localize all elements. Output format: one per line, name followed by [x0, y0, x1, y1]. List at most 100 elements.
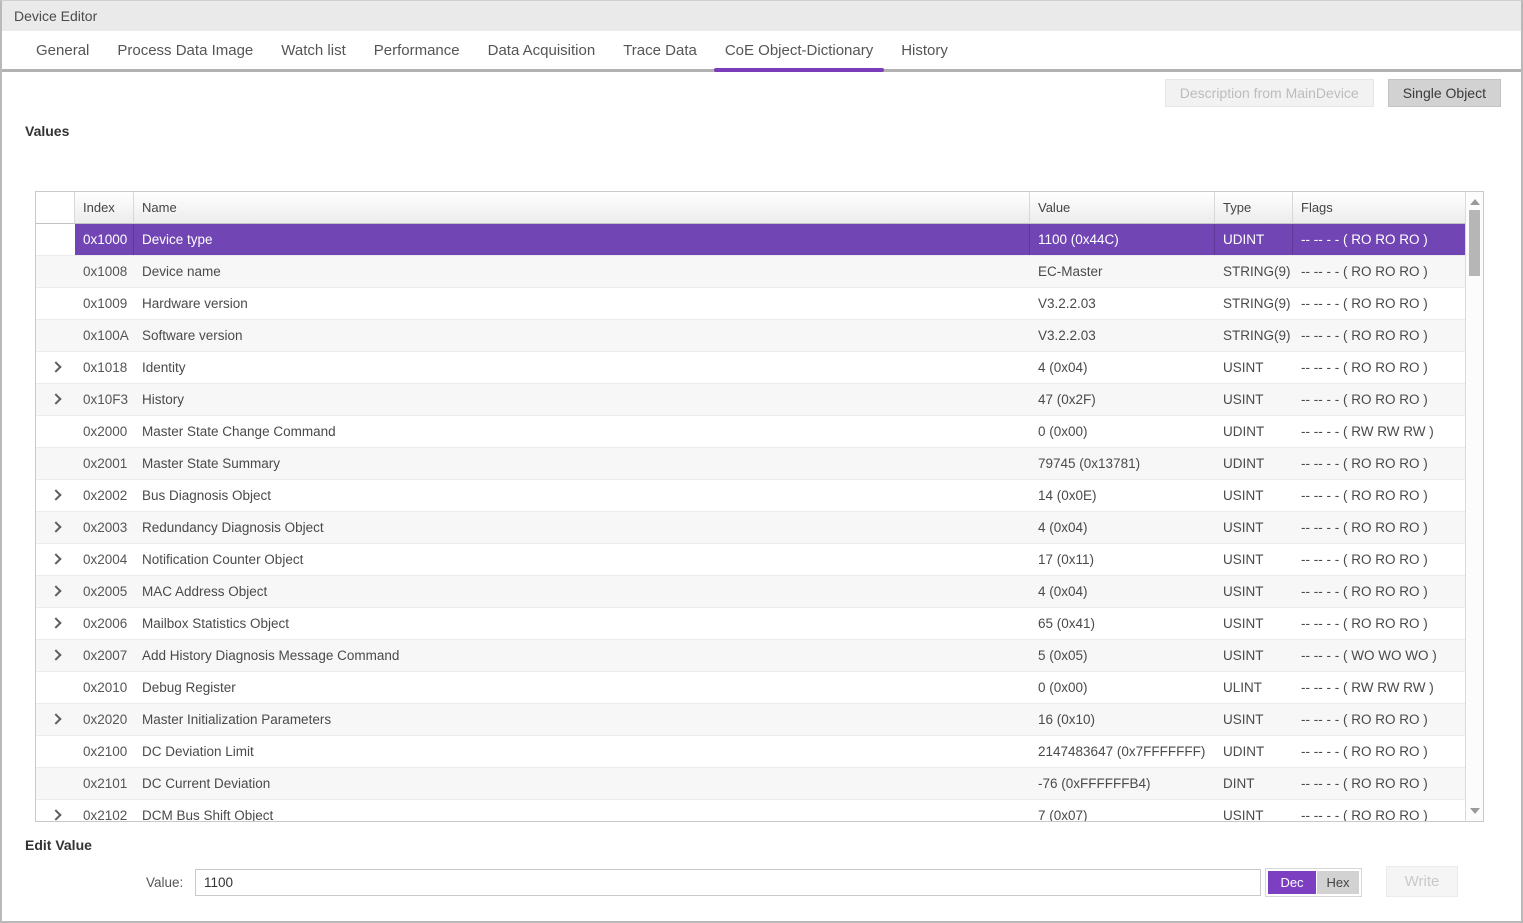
row-flags: -- -- - - ( RO RO RO )	[1293, 384, 1465, 415]
tab-data-acquisition[interactable]: Data Acquisition	[474, 31, 610, 69]
table-row[interactable]: 0x1008 Device name EC-Master STRING(9) -…	[36, 256, 1465, 288]
value-input[interactable]	[195, 869, 1261, 896]
expander-cell[interactable]	[36, 640, 75, 671]
expander-cell[interactable]	[36, 256, 75, 287]
hex-button[interactable]: Hex	[1317, 871, 1359, 894]
expander-cell[interactable]	[36, 544, 75, 575]
row-type: ULINT	[1215, 672, 1293, 703]
expander-cell[interactable]	[36, 672, 75, 703]
scrollbar-thumb[interactable]	[1469, 210, 1480, 276]
tab-history[interactable]: History	[887, 31, 962, 69]
row-type: UDINT	[1215, 448, 1293, 479]
window-title: Device Editor	[14, 8, 97, 24]
table-row[interactable]: 0x2010 Debug Register 0 (0x00) ULINT -- …	[36, 672, 1465, 704]
table-row[interactable]: 0x1009 Hardware version V3.2.2.03 STRING…	[36, 288, 1465, 320]
chevron-right-icon	[50, 585, 61, 596]
table-row[interactable]: 0x2002 Bus Diagnosis Object 14 (0x0E) US…	[36, 480, 1465, 512]
column-header-expander[interactable]	[36, 192, 75, 224]
row-type: UDINT	[1215, 224, 1293, 255]
table-row[interactable]: 0x2004 Notification Counter Object 17 (0…	[36, 544, 1465, 576]
chevron-right-icon	[50, 393, 61, 404]
expander-cell[interactable]	[36, 320, 75, 351]
expander-cell[interactable]	[36, 736, 75, 767]
row-flags: -- -- - - ( RO RO RO )	[1293, 704, 1465, 735]
expander-cell[interactable]	[36, 352, 75, 383]
row-index: 0x2000	[75, 416, 134, 447]
table-row[interactable]: 0x2001 Master State Summary 79745 (0x137…	[36, 448, 1465, 480]
row-flags: -- -- - - ( WO WO WO )	[1293, 640, 1465, 671]
description-from-maindevice-button[interactable]: Description from MainDevice	[1165, 79, 1374, 107]
row-value: 5 (0x05)	[1030, 640, 1215, 671]
row-value: 0 (0x00)	[1030, 672, 1215, 703]
row-flags: -- -- - - ( RO RO RO )	[1293, 768, 1465, 799]
tab-process-data-image[interactable]: Process Data Image	[103, 31, 267, 69]
table-row[interactable]: 0x2005 MAC Address Object 4 (0x04) USINT…	[36, 576, 1465, 608]
chevron-right-icon	[50, 553, 61, 564]
row-type: STRING(9)	[1215, 256, 1293, 287]
vertical-scrollbar[interactable]	[1465, 192, 1483, 821]
row-name: Mailbox Statistics Object	[134, 608, 1030, 639]
expander-cell[interactable]	[36, 416, 75, 447]
expander-cell[interactable]	[36, 512, 75, 543]
row-name: Notification Counter Object	[134, 544, 1030, 575]
triangle-down-icon	[1470, 808, 1480, 814]
tab-performance[interactable]: Performance	[360, 31, 474, 69]
column-header-type[interactable]: Type	[1215, 192, 1293, 224]
row-name: Master State Summary	[134, 448, 1030, 479]
row-type: USINT	[1215, 512, 1293, 543]
column-header-flags[interactable]: Flags	[1293, 192, 1465, 224]
dec-button[interactable]: Dec	[1268, 871, 1316, 894]
table-row[interactable]: 0x2003 Redundancy Diagnosis Object 4 (0x…	[36, 512, 1465, 544]
device-editor-window: Device Editor General Process Data Image W…	[0, 0, 1523, 923]
scrollbar-down-button[interactable]	[1466, 803, 1483, 819]
expander-cell[interactable]	[36, 224, 75, 255]
table-row[interactable]: 0x2101 DC Current Deviation -76 (0xFFFFF…	[36, 768, 1465, 800]
row-value: 65 (0x41)	[1030, 608, 1215, 639]
tab-coe-object-dictionary[interactable]: CoE Object-Dictionary	[711, 31, 887, 69]
table-row[interactable]: 0x2100 DC Deviation Limit 2147483647 (0x…	[36, 736, 1465, 768]
scrollbar-up-button[interactable]	[1466, 194, 1483, 210]
chevron-right-icon	[50, 713, 61, 724]
expander-cell[interactable]	[36, 704, 75, 735]
table-row[interactable]: 0x2007 Add History Diagnosis Message Com…	[36, 640, 1465, 672]
expander-cell[interactable]	[36, 608, 75, 639]
single-object-button[interactable]: Single Object	[1388, 79, 1501, 107]
object-table-body: 0x1000 Device type 1100 (0x44C) UDINT --…	[36, 224, 1465, 821]
expander-cell[interactable]	[36, 480, 75, 511]
row-index: 0x1009	[75, 288, 134, 319]
row-flags: -- -- - - ( RO RO RO )	[1293, 576, 1465, 607]
row-name: Software version	[134, 320, 1030, 351]
expander-cell[interactable]	[36, 576, 75, 607]
table-row[interactable]: 0x100A Software version V3.2.2.03 STRING…	[36, 320, 1465, 352]
table-row[interactable]: 0x2000 Master State Change Command 0 (0x…	[36, 416, 1465, 448]
expander-cell[interactable]	[36, 288, 75, 319]
expander-cell[interactable]	[36, 384, 75, 415]
table-row[interactable]: 0x1018 Identity 4 (0x04) USINT -- -- - -…	[36, 352, 1465, 384]
table-row[interactable]: 0x10F3 History 47 (0x2F) USINT -- -- - -…	[36, 384, 1465, 416]
column-header-name[interactable]: Name	[134, 192, 1030, 224]
table-row[interactable]: 0x1000 Device type 1100 (0x44C) UDINT --…	[36, 224, 1465, 256]
expander-cell[interactable]	[36, 448, 75, 479]
row-value: 17 (0x11)	[1030, 544, 1215, 575]
row-flags: -- -- - - ( RO RO RO )	[1293, 512, 1465, 543]
tab-label: Trace Data	[623, 42, 697, 59]
expander-cell[interactable]	[36, 800, 75, 821]
write-button[interactable]: Write	[1386, 866, 1458, 897]
tab-general[interactable]: General	[22, 31, 103, 69]
value-field-label: Value:	[146, 875, 183, 890]
row-index: 0x2005	[75, 576, 134, 607]
row-index: 0x2010	[75, 672, 134, 703]
row-type: UDINT	[1215, 736, 1293, 767]
row-value: 4 (0x04)	[1030, 512, 1215, 543]
column-header-index[interactable]: Index	[75, 192, 134, 224]
tab-watch-list[interactable]: Watch list	[267, 31, 359, 69]
column-header-value[interactable]: Value	[1030, 192, 1215, 224]
table-row[interactable]: 0x2006 Mailbox Statistics Object 65 (0x4…	[36, 608, 1465, 640]
row-index: 0x1018	[75, 352, 134, 383]
tab-label: Process Data Image	[117, 42, 253, 59]
row-type: UDINT	[1215, 416, 1293, 447]
table-row[interactable]: 0x2102 DCM Bus Shift Object 7 (0x07) USI…	[36, 800, 1465, 821]
table-row[interactable]: 0x2020 Master Initialization Parameters …	[36, 704, 1465, 736]
expander-cell[interactable]	[36, 768, 75, 799]
tab-trace-data[interactable]: Trace Data	[609, 31, 711, 69]
